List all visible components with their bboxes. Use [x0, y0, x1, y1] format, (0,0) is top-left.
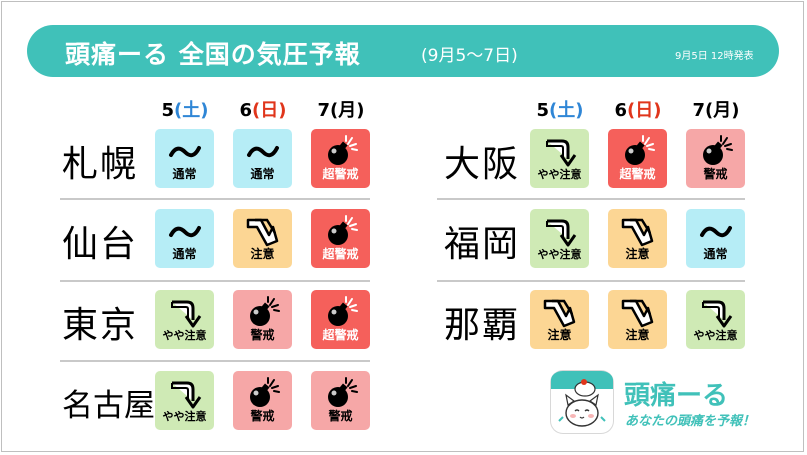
level-label: 警戒	[250, 328, 275, 342]
day-header: 7(月)	[317, 100, 365, 121]
level-label: 警戒	[250, 409, 275, 423]
app-logo	[551, 371, 613, 433]
row-divider	[437, 280, 745, 282]
double-down-arrow-icon	[621, 218, 654, 247]
level-label: 超警戒	[322, 247, 359, 261]
forecast-cell-slight: やや注意	[686, 290, 745, 349]
forecast-cell-caution: 注意	[530, 290, 589, 349]
forecast-cell-slight: やや注意	[530, 209, 589, 268]
city-name: 札幌	[62, 144, 139, 185]
city-name: 名古屋	[62, 388, 155, 424]
forecast-cell-normal: 通常	[233, 129, 292, 188]
header-banner: 頭痛ーる 全国の気圧予報 (9月5〜7日) 9月5日 12時発表	[27, 25, 779, 77]
tilde-wave-icon	[169, 226, 201, 238]
date-range: (9月5〜7日)	[421, 46, 518, 66]
bomb-icon	[328, 377, 358, 407]
forecast-cell-warning: 警戒	[233, 371, 292, 430]
forecast-cell-normal: 通常	[686, 209, 745, 268]
forecast-cell-caution: 注意	[608, 290, 667, 349]
day-header: 6(日)	[614, 100, 662, 121]
level-label: 注意	[547, 328, 572, 342]
brand-name: 頭痛ーる	[624, 381, 729, 411]
down-arrow-icon	[546, 139, 577, 167]
level-label: やや注意	[537, 248, 582, 261]
level-label: 通常	[703, 247, 728, 261]
tilde-wave-icon	[247, 146, 279, 158]
level-label: 通常	[172, 167, 197, 181]
day-header: 5(土)	[536, 100, 584, 121]
announcement-time: 9月5日 12時発表	[675, 51, 754, 62]
forecast-cell-slight: やや注意	[155, 290, 214, 349]
down-arrow-icon	[702, 300, 733, 328]
double-down-arrow-icon	[621, 299, 654, 328]
bomb-icon	[250, 296, 280, 326]
forecast-cell-super: 超警戒	[608, 129, 667, 188]
day-header: 7(月)	[692, 100, 740, 121]
down-arrow-icon	[546, 219, 577, 247]
bomb-icon	[328, 296, 358, 326]
level-label: やや注意	[162, 329, 207, 342]
city-name: 仙台	[62, 224, 139, 265]
level-label: やや注意	[537, 168, 582, 181]
forecast-cell-warning: 警戒	[686, 129, 745, 188]
tilde-wave-icon	[169, 146, 201, 158]
city-name: 福岡	[444, 224, 521, 265]
level-label: 注意	[625, 328, 650, 342]
brand-tagline: あなたの頭痛を予報！	[625, 414, 756, 429]
level-label: やや注意	[693, 329, 738, 342]
forecast-cell-super: 超警戒	[311, 129, 370, 188]
row-divider	[60, 360, 370, 362]
level-label: 超警戒	[322, 328, 359, 342]
level-label: 警戒	[703, 167, 728, 181]
forecast-cell-warning: 警戒	[233, 290, 292, 349]
level-label: 通常	[172, 247, 197, 261]
mascot-icon	[551, 371, 613, 427]
page-title: 頭痛ーる 全国の気圧予報	[65, 40, 361, 69]
bomb-icon	[328, 215, 358, 245]
city-name: 東京	[62, 305, 139, 346]
level-label: 警戒	[328, 409, 353, 423]
city-name: 大阪	[444, 144, 521, 185]
forecast-cell-slight: やや注意	[155, 371, 214, 430]
level-label: 通常	[250, 167, 275, 181]
bomb-icon	[703, 135, 733, 165]
forecast-cell-warning: 警戒	[311, 371, 370, 430]
city-name: 那覇	[444, 305, 521, 346]
row-divider	[60, 198, 370, 200]
tilde-wave-icon	[700, 226, 732, 238]
forecast-cell-super: 超警戒	[311, 209, 370, 268]
forecast-cell-caution: 注意	[233, 209, 292, 268]
forecast-cell-normal: 通常	[155, 209, 214, 268]
level-label: 注意	[625, 247, 650, 261]
row-divider	[60, 280, 370, 282]
forecast-cell-super: 超警戒	[311, 290, 370, 349]
double-down-arrow-icon	[246, 218, 279, 247]
double-down-arrow-icon	[543, 299, 576, 328]
forecast-cell-slight: やや注意	[530, 129, 589, 188]
row-divider	[437, 198, 745, 200]
level-label: 超警戒	[619, 167, 656, 181]
forecast-cell-normal: 通常	[155, 129, 214, 188]
down-arrow-icon	[171, 381, 202, 409]
day-header: 6(日)	[239, 100, 287, 121]
day-header: 5(土)	[161, 100, 209, 121]
down-arrow-icon	[171, 300, 202, 328]
bomb-icon	[328, 135, 358, 165]
level-label: やや注意	[162, 410, 207, 423]
bomb-icon	[250, 377, 280, 407]
forecast-cell-caution: 注意	[608, 209, 667, 268]
level-label: 注意	[250, 247, 275, 261]
bomb-icon	[625, 135, 655, 165]
level-label: 超警戒	[322, 167, 359, 181]
